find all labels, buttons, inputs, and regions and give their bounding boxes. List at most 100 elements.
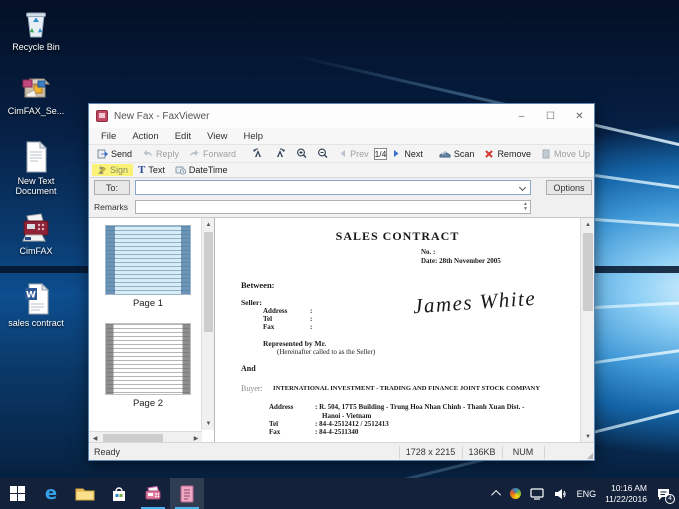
menu-edit[interactable]: Edit [167,131,199,142]
next-page-button[interactable]: Next [387,148,428,160]
rotate-left-icon [252,148,264,159]
menu-view[interactable]: View [199,131,235,142]
thumbnail-panel: Page 1 Page 2 ▲ ▼ ◀ ▶ [89,218,215,443]
desktop-icon-label: Recycle Bin [12,42,60,52]
menu-help[interactable]: Help [236,131,272,142]
page1-thumbnail[interactable]: Page 1 [105,225,191,309]
taskbar-edge-button[interactable]: e [34,478,68,509]
reply-button[interactable]: Reply [137,147,184,160]
doc-tel-label: Tel [263,315,273,323]
scan-button[interactable]: Scan [434,148,480,160]
send-button[interactable]: Send [92,147,137,160]
page-indicator[interactable]: 1/4 [373,147,388,160]
menu-file[interactable]: File [93,131,124,142]
options-button[interactable]: Options [546,180,592,195]
taskbar-faxviewer-button[interactable] [170,478,204,509]
resize-grip[interactable]: ◢ [587,451,593,460]
doc-buyer-address-value2: Hanoi - Vietnam [322,412,372,420]
doc-represented: Represented by Mr. [263,339,327,348]
remarks-input[interactable]: ▲ ▼ [135,200,531,214]
document-viewer: SALES CONTRACT No. : Date: 28th November… [215,218,594,443]
doc-buyer-address-label: Address [269,403,294,411]
scroll-up-icon[interactable]: ▲ [202,218,215,231]
clock[interactable]: 10:16 AM 11/22/2016 [605,483,647,504]
edge-icon: e [44,483,58,504]
cimfax-fax-icon [143,485,163,503]
title-bar[interactable]: New Fax - FaxViewer – ☐ ✕ [89,104,594,128]
doc-hereinafter: (Hereinafter called to as the Seller) [277,348,376,356]
faxviewer-app-icon [96,110,108,122]
rotate-right-button[interactable] [269,147,291,160]
doc-fax-label: Fax [263,323,275,331]
to-button[interactable]: To: [94,180,130,195]
rotate-left-button[interactable] [247,147,269,160]
text-t-icon: T [138,164,146,176]
desktop-icon-recycle-bin[interactable]: Recycle Bin [2,8,70,52]
taskbar-cimfax-button[interactable] [136,478,170,509]
action-center-button[interactable]: 4 [656,487,675,504]
rotate-right-icon [274,148,286,159]
window-title: New Fax - FaxViewer [114,110,210,122]
start-button[interactable] [0,478,34,509]
close-button[interactable]: ✕ [565,104,594,128]
network-icon[interactable] [529,487,545,500]
recipient-combobox[interactable] [135,180,531,195]
signature-annotation[interactable]: James White [412,286,537,320]
desktop-icon-sales-contract[interactable]: W sales contract [2,282,70,328]
speaker-icon[interactable] [554,488,568,500]
minimize-button[interactable]: – [507,104,536,128]
datetime-button[interactable]: DateTime [170,164,233,176]
remove-button[interactable]: Remove [479,148,536,160]
folder-icon [75,486,95,502]
menu-action[interactable]: Action [124,131,166,142]
page2-thumbnail[interactable]: Page 2 [105,323,191,409]
chevron-down-icon[interactable] [518,183,527,192]
desktop-icon-cimfax[interactable]: CimFAX [2,212,70,256]
desktop-icon-cimfax-setup[interactable]: CimFAX_Se... [2,72,70,116]
move-up-icon [541,149,551,159]
scrollbar-thumb[interactable] [583,233,593,311]
doc-buyer-tel-value: : 84-4-2512412 / 2512413 [315,420,389,428]
document-page[interactable]: SALES CONTRACT No. : Date: 28th November… [215,218,580,443]
status-num-lock: NUM [512,447,534,457]
sign-button[interactable]: Sign [92,164,134,176]
desktop-icon-label: CimFAX [19,246,53,256]
doc-and: And [241,364,256,373]
prev-page-button[interactable]: Prev [333,148,374,160]
scrollbar-thumb[interactable] [103,434,163,442]
faxviewer-window: New Fax - FaxViewer – ☐ ✕ File Action Ed… [88,103,595,461]
page2-thumbnail-image[interactable] [105,323,191,395]
taskbar-explorer-button[interactable] [68,478,102,509]
scroll-down-icon[interactable]: ▼ [202,417,215,430]
tray-expand-icon[interactable] [490,489,501,500]
taskbar: e ENG 10:16 AM 11/22/2016 4 [0,478,679,509]
scrollbar-thumb[interactable] [204,232,213,332]
zoom-in-button[interactable] [291,147,312,160]
taskbar-store-button[interactable] [102,478,136,509]
text-button[interactable]: T Text [133,163,170,177]
maximize-button[interactable]: ☐ [536,104,565,128]
forward-icon [189,148,200,159]
send-icon [97,148,108,159]
store-bag-icon [110,485,128,503]
scroll-up-icon[interactable]: ▲ [581,218,594,231]
move-up-button[interactable]: Move Up [536,148,594,160]
language-indicator[interactable]: ENG [577,489,597,499]
doc-between: Between: [241,280,275,290]
thumbnail-scrollbar[interactable]: ▲ ▼ [201,218,214,430]
desktop-icon-label: New Text Document [15,176,57,197]
desktop-icon-label: sales contract [8,318,64,328]
installer-box-icon [2,72,70,104]
desktop-icon-new-text-document[interactable]: New Text Document [2,140,70,197]
page1-thumbnail-image[interactable] [105,225,191,295]
doc-address-label: Address [263,307,288,315]
notification-badge: 4 [665,493,675,504]
page2-thumbnail-label: Page 2 [132,398,164,409]
spinner-icon[interactable]: ▲ ▼ [523,202,528,212]
forward-button[interactable]: Forward [184,147,241,160]
doc-colon: : [310,323,313,331]
document-scrollbar[interactable]: ▲ ▼ [580,218,594,443]
zoom-out-button[interactable] [312,147,333,160]
tray-color-app-icon[interactable] [509,488,521,499]
status-separator [544,446,545,459]
